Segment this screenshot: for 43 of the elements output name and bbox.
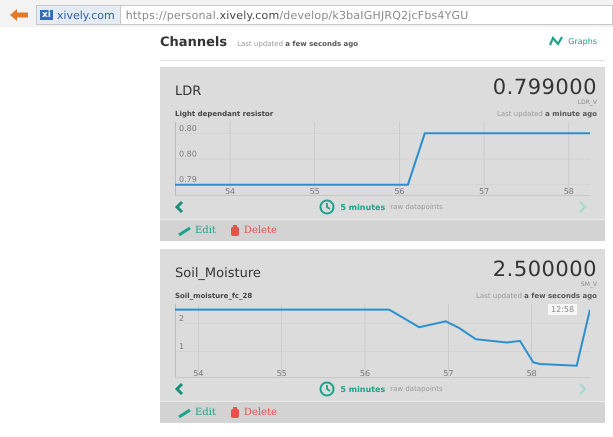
- channel-name: Soil_Moisture: [175, 266, 261, 281]
- x-tick-label: 55: [310, 187, 320, 196]
- x-tick-label: 54: [193, 369, 204, 378]
- x-tick-label: 54: [224, 187, 236, 196]
- clock-icon: [319, 199, 336, 215]
- back-arrow-icon[interactable]: [10, 9, 28, 21]
- y-tick-label: 0.80: [179, 150, 197, 158]
- trash-icon: [230, 225, 240, 236]
- edit-link[interactable]: Edit: [178, 407, 216, 418]
- y-tick-label: 0.80: [179, 124, 197, 133]
- graph-icon: [549, 36, 564, 46]
- url-text: https://personal.xively.com/develop/k3baIGHJRQ2jcFbs4YGU: [124, 8, 469, 22]
- channel-name: LDR: [175, 84, 202, 99]
- clock-icon: [319, 381, 336, 397]
- pencil-icon: [178, 408, 192, 418]
- x-tick-label: 58: [564, 187, 574, 196]
- x-tick-label: 58: [526, 369, 537, 378]
- trash-icon: [230, 407, 240, 418]
- page-title: Channels: [160, 35, 228, 50]
- site-badge: xi: [40, 10, 53, 20]
- x-tick-label: 56: [394, 187, 405, 196]
- edit-link[interactable]: Edit: [178, 225, 216, 236]
- time-range[interactable]: 5 minutes: [340, 202, 386, 212]
- line-chart: 0.80 0.80 0.79 54 55 56 57 58: [175, 122, 590, 196]
- delete-link[interactable]: Delete: [230, 407, 277, 418]
- x-tick-label: 55: [276, 369, 287, 378]
- address-bar[interactable]: xi xively.com https://personal.xively.com/develop/k3baIGHJRQ2jcFbs4YGU: [36, 5, 613, 25]
- previous-icon[interactable]: [175, 201, 184, 213]
- y-tick-label: 2: [179, 314, 184, 324]
- time-range[interactable]: 5 minutes: [340, 384, 386, 394]
- delete-link[interactable]: Delete: [230, 225, 277, 236]
- graphs-link[interactable]: Graphs: [549, 36, 597, 46]
- time-tooltip: 12:58: [548, 304, 578, 315]
- previous-icon[interactable]: [175, 383, 184, 395]
- x-tick-label: 57: [479, 187, 490, 196]
- y-tick-label: 0.79: [179, 175, 197, 184]
- x-tick-label: 56: [360, 369, 370, 378]
- pencil-icon: [178, 226, 192, 236]
- y-tick-label: 1: [179, 342, 184, 351]
- site-name: xively.com: [56, 8, 115, 22]
- channel-value: 2.500000: [492, 257, 597, 281]
- channel-value: 0.799000: [492, 75, 597, 99]
- x-tick-label: 57: [443, 369, 454, 378]
